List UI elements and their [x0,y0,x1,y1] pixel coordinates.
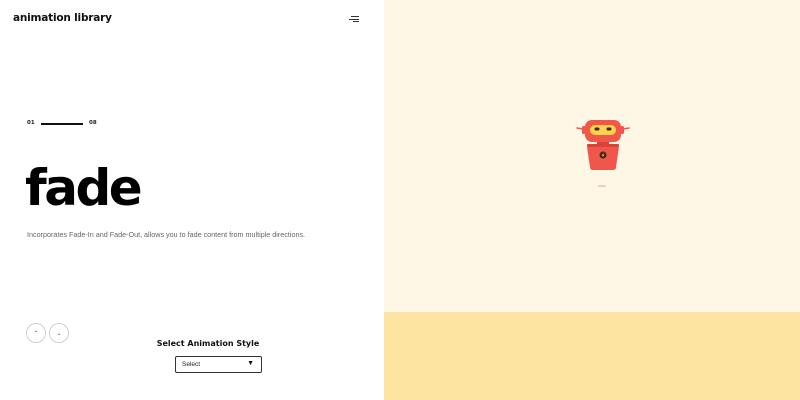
select-value: Select [182,361,201,368]
robot-icon [576,120,630,170]
counter-progress-line [41,123,83,125]
page-title: fade [25,159,143,217]
dropdown-arrow-icon: ▼ [247,360,254,367]
hamburger-menu-icon[interactable] [347,14,359,24]
right-panel [384,0,800,400]
chevron-down-icon: ⌄ [56,330,62,337]
animation-stage [384,0,800,312]
controls-panel [384,312,800,400]
counter-total: 08 [89,120,97,126]
select-label: Select Animation Style [156,339,260,348]
slide-counter: 01 08 [27,119,107,129]
robot-shadow [598,185,606,187]
chevron-up-icon: ⌃ [33,330,39,337]
counter-current: 01 [27,120,35,126]
logo[interactable]: animation library [13,12,112,24]
animation-style-select[interactable]: Select ▼ [175,356,262,373]
page-description: Incorporates Fade-In and Fade-Out, allow… [27,230,306,239]
